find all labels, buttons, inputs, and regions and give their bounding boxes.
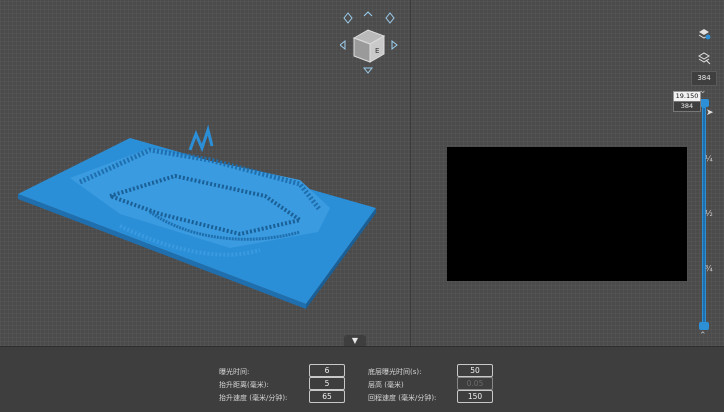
model-relief-peak: [188, 124, 214, 153]
view-arrow-down-icon: [362, 67, 374, 74]
slice-layers-icon[interactable]: [696, 50, 712, 66]
view-arrow-up-icon: [343, 12, 353, 24]
bottom-exposure-label: 底层曝光时间(s):: [368, 368, 422, 376]
lift-distance-input[interactable]: 5: [309, 377, 345, 390]
lift-speed-label: 抬升速度 (毫米/分钟):: [219, 394, 288, 402]
chevron-up-icon[interactable]: ⌃: [699, 331, 707, 341]
lift-distance-label: 抬升距离(毫米):: [219, 381, 269, 389]
view-cube[interactable]: E: [339, 10, 400, 76]
layers-icon[interactable]: [696, 26, 712, 42]
exposure-time-label: 曝光时间:: [219, 368, 250, 376]
lift-speed-input[interactable]: 65: [309, 390, 345, 403]
exposure-time-input[interactable]: 6: [309, 364, 345, 377]
layer-slider-bottom-handle[interactable]: [699, 322, 709, 330]
cube-label: E: [375, 47, 379, 55]
slider-quarter-mark: ¼: [705, 154, 713, 163]
model-3d-viewport[interactable]: E: [0, 0, 410, 346]
settings-panel: 曝光时间: 6 抬升距离(毫米): 5 抬升速度 (毫米/分钟): 65 底层曝…: [0, 346, 724, 412]
top-layer-box[interactable]: 384: [691, 71, 717, 86]
slicer-app: E 384 ⌄ 19.150 384 ➤ ¼ ½ ¾ ⌃ ▼ 曝光时间: 6 抬…: [0, 0, 724, 412]
view-arrow-right-icon: [391, 39, 398, 51]
cursor-pointer-icon: ➤: [706, 108, 714, 118]
slice-image: [447, 147, 687, 281]
layer-height-input[interactable]: 0.05: [457, 377, 493, 390]
bottom-exposure-input[interactable]: 50: [457, 364, 493, 377]
retract-speed-label: 回程速度 (毫米/分钟):: [368, 394, 437, 402]
layer-height-label: 层高 (毫米): [368, 381, 404, 389]
rotate-view-icon: [385, 12, 395, 24]
slider-layer-tooltip: 384: [673, 101, 701, 112]
slice-preview-pane: [411, 0, 724, 346]
view-arrow-left-icon: [339, 39, 346, 51]
retract-speed-input[interactable]: 150: [457, 390, 493, 403]
slider-threequarter-mark: ¾: [705, 264, 713, 273]
view-arrow-top-icon: [363, 11, 373, 17]
slider-half-mark: ½: [705, 209, 713, 218]
